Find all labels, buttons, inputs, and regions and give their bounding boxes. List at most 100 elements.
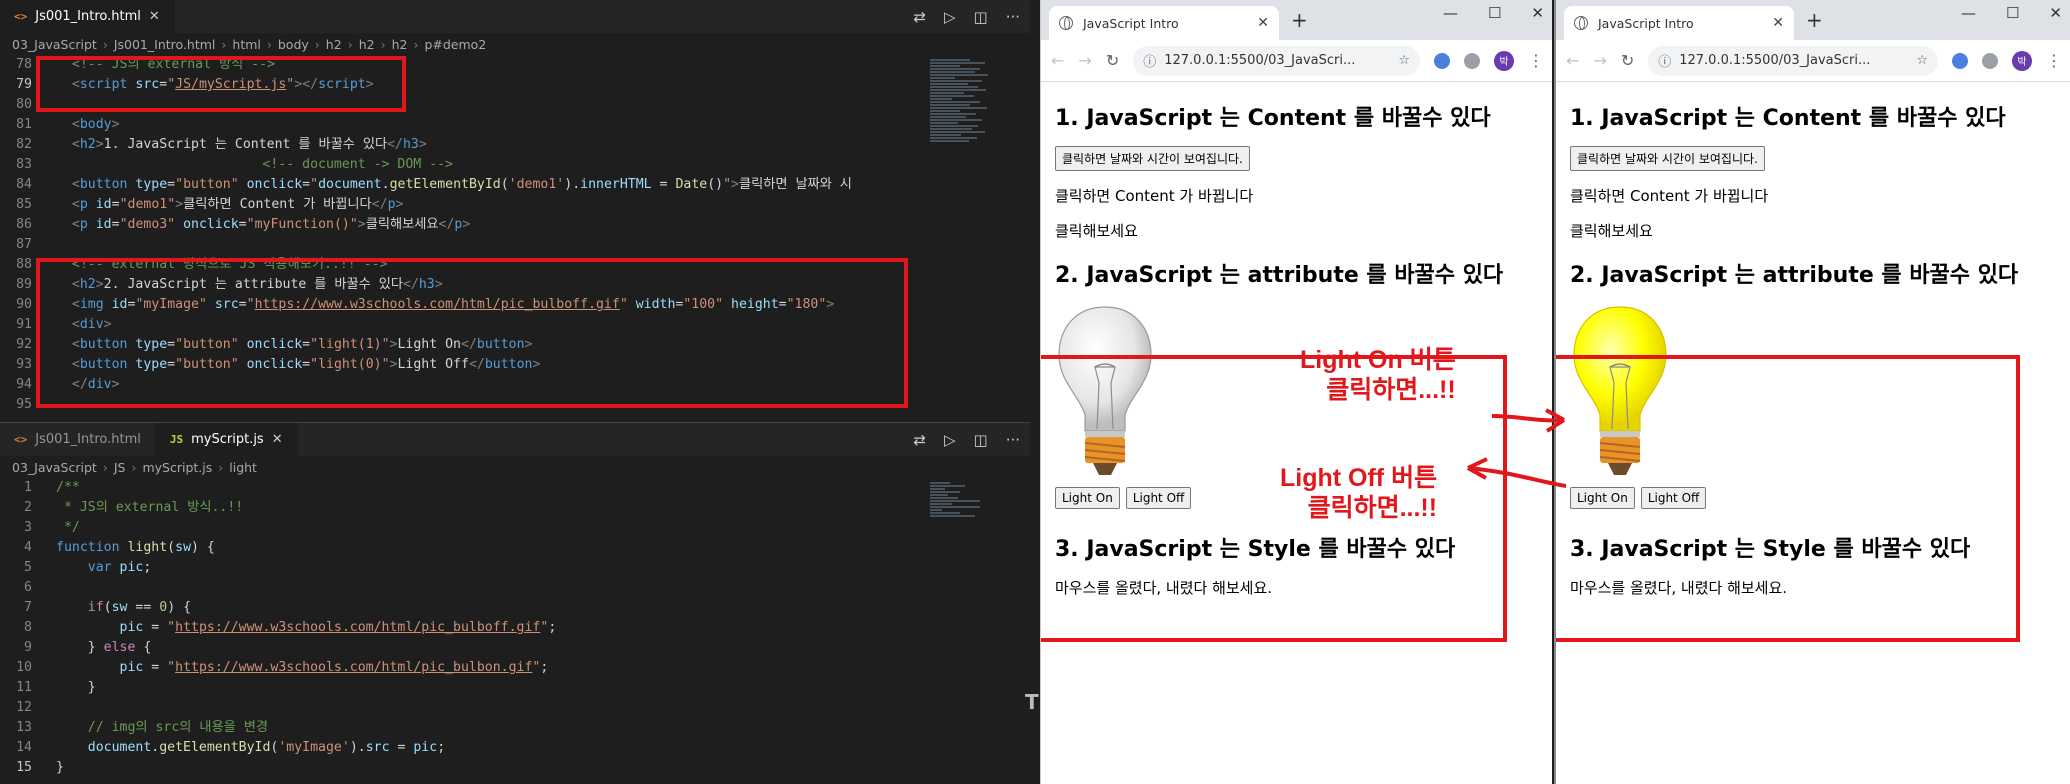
minimap[interactable] bbox=[930, 58, 990, 258]
more-icon[interactable]: ··· bbox=[1006, 8, 1020, 26]
tab-js001-intro-html[interactable]: <> Js001_Intro.html bbox=[0, 423, 156, 456]
code-line[interactable]: 81 <body> bbox=[0, 115, 1030, 135]
avatar[interactable]: 박 bbox=[2012, 50, 2032, 71]
close-icon[interactable]: ✕ bbox=[1531, 4, 1544, 22]
code-line[interactable]: 84 <button type="button" onclick="docume… bbox=[0, 175, 1030, 195]
minimize-icon[interactable]: — bbox=[1443, 4, 1458, 22]
code-line[interactable]: 94 </div> bbox=[0, 375, 1030, 395]
split-editor-icon[interactable]: ◫ bbox=[974, 431, 988, 449]
extension-icon[interactable] bbox=[1982, 52, 1998, 69]
breadcrumb-item[interactable]: myScript.js bbox=[142, 460, 212, 475]
light-off-button[interactable]: Light Off bbox=[1640, 487, 1707, 509]
close-icon[interactable]: ✕ bbox=[2049, 4, 2062, 22]
breadcrumb-item[interactable]: 03_JavaScript bbox=[12, 37, 97, 52]
code-line[interactable]: 8 pic = "https://www.w3schools.com/html/… bbox=[0, 618, 1030, 638]
code-line[interactable]: 95 bbox=[0, 395, 1030, 415]
breadcrumb-item[interactable]: light bbox=[229, 460, 257, 475]
demo3-text[interactable]: 클릭해보세요 bbox=[1570, 220, 2056, 241]
code-line[interactable]: 14 document.getElementById('myImage').sr… bbox=[0, 738, 1030, 758]
code-line[interactable]: 3 */ bbox=[0, 518, 1030, 538]
code-line[interactable]: 15} bbox=[0, 758, 1030, 778]
code-line[interactable]: 7 if(sw == 0) { bbox=[0, 598, 1030, 618]
reload-icon[interactable]: ↻ bbox=[1106, 51, 1119, 70]
demo2-text[interactable]: 마우스를 올렸다, 내렸다 해보세요. bbox=[1570, 577, 2056, 598]
back-icon[interactable]: ← bbox=[1051, 51, 1064, 70]
info-icon[interactable]: ⓘ bbox=[1143, 51, 1156, 70]
split-editor-icon[interactable]: ◫ bbox=[974, 8, 988, 26]
address-bar[interactable]: ⓘ 127.0.0.1:5500/03_JavaScri... ☆ bbox=[1133, 45, 1420, 76]
close-icon[interactable]: ✕ bbox=[272, 432, 283, 447]
code-line[interactable]: 80 bbox=[0, 95, 1030, 115]
code-line[interactable]: 9 } else { bbox=[0, 638, 1030, 658]
code-line[interactable]: 2 * JS의 external 방식..!! bbox=[0, 498, 1030, 518]
bookmark-star-icon[interactable]: ☆ bbox=[1916, 53, 1928, 68]
minimap[interactable] bbox=[930, 481, 990, 521]
breadcrumb-item[interactable]: 03_JavaScript bbox=[12, 460, 97, 475]
code-line[interactable]: 12 bbox=[0, 698, 1030, 718]
extension-icon[interactable] bbox=[1434, 52, 1450, 69]
code-line[interactable]: 91 <div> bbox=[0, 315, 1030, 335]
code-line[interactable]: 1 /** bbox=[0, 478, 1030, 498]
code-line[interactable]: 10 pic = "https://www.w3schools.com/html… bbox=[0, 658, 1030, 678]
code-line[interactable]: 83 <!-- document -> DOM --> bbox=[0, 155, 1030, 175]
code-line[interactable]: 11 } bbox=[0, 678, 1030, 698]
breadcrumb-item[interactable]: html bbox=[232, 37, 260, 52]
run-icon[interactable]: ▷ bbox=[944, 431, 956, 449]
code-line[interactable]: 86 <p id="demo3" onclick="myFunction()">… bbox=[0, 215, 1030, 235]
avatar[interactable]: 박 bbox=[1494, 50, 1514, 71]
code-line[interactable]: 13 // img의 src의 내용을 변경 bbox=[0, 718, 1030, 738]
show-date-button[interactable]: 클릭하면 날짜와 시간이 보여집니다. bbox=[1570, 146, 1765, 171]
code-line[interactable]: 78 <!-- JS의 external 방식 --> bbox=[0, 55, 1030, 75]
close-icon[interactable]: ✕ bbox=[1772, 15, 1784, 31]
forward-icon[interactable]: → bbox=[1078, 51, 1091, 70]
light-off-button[interactable]: Light Off bbox=[1125, 487, 1192, 509]
code-line[interactable]: 87 bbox=[0, 235, 1030, 255]
extension-icon[interactable] bbox=[1464, 52, 1480, 69]
maximize-icon[interactable]: ☐ bbox=[2006, 4, 2019, 22]
code-line[interactable]: 92 <button type="button" onclick="light(… bbox=[0, 335, 1030, 355]
minimize-icon[interactable]: — bbox=[1961, 4, 1976, 22]
browser-tab[interactable]: JavaScript Intro ✕ bbox=[1049, 6, 1279, 40]
new-tab-icon[interactable]: + bbox=[1806, 8, 1823, 32]
code-line[interactable]: 5 var pic; bbox=[0, 558, 1030, 578]
breadcrumb-item[interactable]: p#demo2 bbox=[424, 37, 486, 52]
code-line[interactable]: 85 <p id="demo1">클릭하면 Content 가 바뀝니다</p> bbox=[0, 195, 1030, 215]
code-line[interactable]: 89 <h2>2. JavaScript 는 attribute 를 바꿀수 있… bbox=[0, 275, 1030, 295]
demo2-text[interactable]: 마우스를 올렸다, 내렸다 해보세요. bbox=[1055, 577, 1538, 598]
js-code[interactable]: 1/** 2 * JS의 external 방식..!! 3 */4 function… bbox=[0, 478, 1030, 778]
demo3-text[interactable]: 클릭해보세요 bbox=[1055, 220, 1538, 241]
back-icon[interactable]: ← bbox=[1566, 51, 1579, 70]
address-bar[interactable]: ⓘ 127.0.0.1:5500/03_JavaScri... ☆ bbox=[1648, 45, 1938, 76]
close-icon[interactable]: ✕ bbox=[149, 9, 160, 24]
tab-js001-intro-html[interactable]: <> Js001_Intro.html ✕ bbox=[0, 0, 175, 33]
reload-icon[interactable]: ↻ bbox=[1621, 51, 1634, 70]
show-date-button[interactable]: 클릭하면 날짜와 시간이 보여집니다. bbox=[1055, 146, 1250, 171]
menu-icon[interactable]: ⋮ bbox=[2046, 51, 2062, 70]
code-line[interactable]: 79 <script src="JS/myScript.js"></script… bbox=[0, 75, 1030, 95]
maximize-icon[interactable]: ☐ bbox=[1488, 4, 1501, 22]
menu-icon[interactable]: ⋮ bbox=[1528, 51, 1544, 70]
tab-myscript-js[interactable]: JS myScript.js ✕ bbox=[155, 423, 298, 456]
code-line[interactable]: 82 <h2>1. JavaScript 는 Content 를 바꿀수 있다<… bbox=[0, 135, 1030, 155]
compare-icon[interactable]: ⇄ bbox=[913, 431, 926, 449]
breadcrumb-item[interactable]: Js001_Intro.html bbox=[114, 37, 216, 52]
breadcrumb-item[interactable]: body bbox=[278, 37, 309, 52]
html-code[interactable]: 78 <!-- JS의 external 방식 --> 79 <script sr… bbox=[0, 55, 1030, 415]
code-line[interactable]: 88 <!-- external 방식으로 JS 적용해보기..!! --> bbox=[0, 255, 1030, 275]
compare-icon[interactable]: ⇄ bbox=[913, 8, 926, 26]
demo1-text[interactable]: 클릭하면 Content 가 바뀝니다 bbox=[1570, 185, 2056, 206]
code-line[interactable]: 6 bbox=[0, 578, 1030, 598]
code-line[interactable]: 93 <button type="button" onclick="light(… bbox=[0, 355, 1030, 375]
browser-tab[interactable]: JavaScript Intro ✕ bbox=[1564, 6, 1794, 40]
light-on-button[interactable]: Light On bbox=[1055, 487, 1120, 509]
breadcrumb-item[interactable]: h2 bbox=[359, 37, 375, 52]
code-line[interactable]: 90 <img id="myImage" src="https://www.w3… bbox=[0, 295, 1030, 315]
run-icon[interactable]: ▷ bbox=[944, 8, 956, 26]
breadcrumb-item[interactable]: h2 bbox=[326, 37, 342, 52]
info-icon[interactable]: ⓘ bbox=[1658, 51, 1671, 70]
new-tab-icon[interactable]: + bbox=[1291, 8, 1308, 32]
more-icon[interactable]: ··· bbox=[1006, 431, 1020, 449]
breadcrumb-item[interactable]: h2 bbox=[392, 37, 408, 52]
bookmark-star-icon[interactable]: ☆ bbox=[1398, 53, 1410, 68]
close-icon[interactable]: ✕ bbox=[1257, 15, 1269, 31]
